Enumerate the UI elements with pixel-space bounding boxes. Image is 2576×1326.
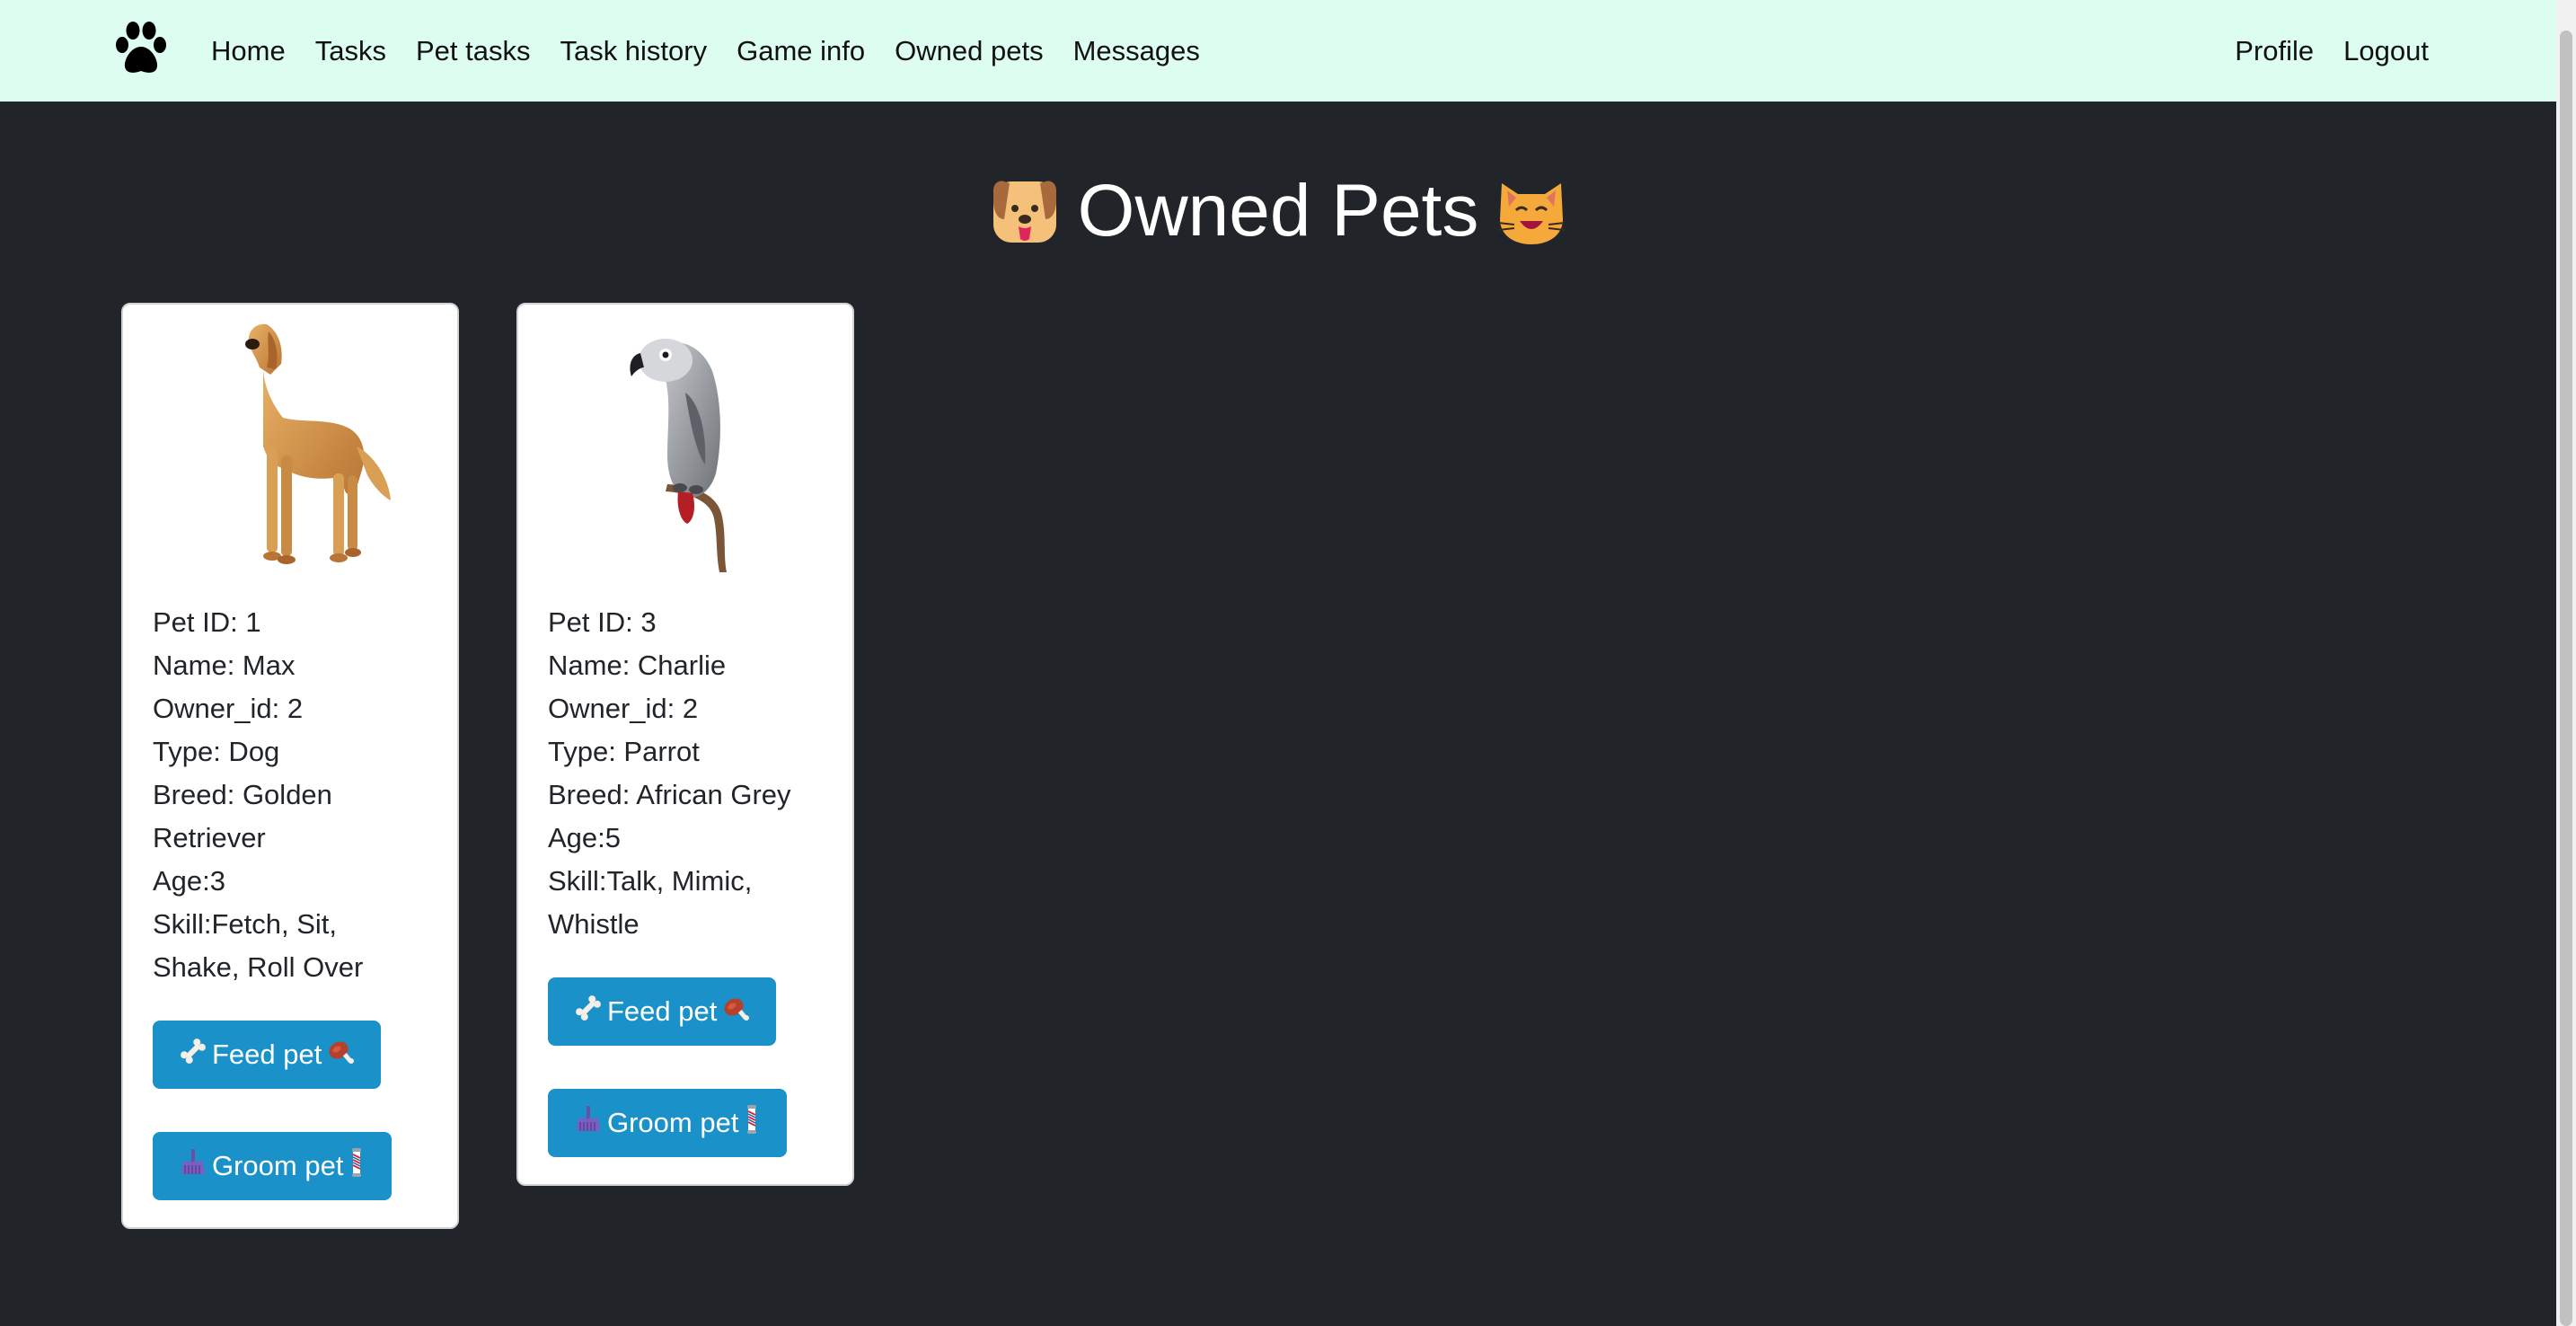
pet-skill-line: Skill:Talk, Mimic, xyxy=(548,865,753,897)
scrollbar-thumb[interactable] xyxy=(2560,31,2572,1326)
feed-pet-button[interactable]: Feed pet xyxy=(548,977,777,1046)
nav-messages[interactable]: Messages xyxy=(1073,35,1200,67)
pet-info: Pet ID: 1 Name: Max Owner_id: 2 Type: Do… xyxy=(153,601,440,989)
pet-owner-line: Owner_id: 2 xyxy=(548,693,699,724)
nav-logout[interactable]: Logout xyxy=(2343,35,2429,67)
pet-type-line: Type: Parrot xyxy=(548,736,700,767)
nav-home[interactable]: Home xyxy=(211,35,286,67)
barber-pole-icon xyxy=(347,1147,366,1185)
african-grey-parrot-image xyxy=(572,312,802,581)
pet-age-line: Age:3 xyxy=(153,865,226,897)
groom-pet-label: Groom pet xyxy=(607,1107,739,1138)
pet-id-line: Pet ID: 1 xyxy=(153,606,261,638)
feed-pet-label: Feed pet xyxy=(607,995,718,1027)
pet-name-line: Name: Charlie xyxy=(548,650,727,681)
page-title: Owned Pets xyxy=(1077,170,1479,252)
pet-age-line: Age:5 xyxy=(548,822,622,853)
nav-pet-tasks[interactable]: Pet tasks xyxy=(416,35,531,67)
bone-icon xyxy=(178,1036,208,1074)
pet-id-line: Pet ID: 3 xyxy=(548,606,657,638)
nav-profile[interactable]: Profile xyxy=(2235,35,2314,67)
cat-face-icon xyxy=(1495,174,1568,248)
feed-pet-button[interactable]: Feed pet xyxy=(153,1021,382,1089)
groom-pet-button[interactable]: Groom pet xyxy=(548,1089,788,1157)
pet-breed-line: Breed: Golden xyxy=(153,779,332,810)
pet-card: Pet ID: 1 Name: Max Owner_id: 2 Type: Do… xyxy=(121,303,459,1229)
pet-skill-line-cont: Whistle xyxy=(548,908,640,940)
golden-retriever-image xyxy=(177,312,407,581)
meat-on-bone-icon xyxy=(720,993,751,1030)
pet-owner-line: Owner_id: 2 xyxy=(153,693,304,724)
feed-pet-label: Feed pet xyxy=(212,1039,322,1070)
groom-pet-label: Groom pet xyxy=(212,1150,344,1181)
pet-type-line: Type: Dog xyxy=(153,736,280,767)
paw-icon[interactable] xyxy=(111,20,171,79)
pet-name-line: Name: Max xyxy=(153,650,296,681)
pet-info: Pet ID: 3 Name: Charlie Owner_id: 2 Type… xyxy=(548,601,835,946)
broom-icon xyxy=(573,1104,604,1142)
nav-links-right: Profile Logout xyxy=(2235,0,2429,102)
pet-breed-line: Breed: African Grey xyxy=(548,779,791,810)
page-scrollbar[interactable] xyxy=(2556,0,2576,1326)
groom-pet-button[interactable]: Groom pet xyxy=(153,1132,393,1200)
dog-face-icon xyxy=(988,174,1062,248)
pet-skill-line: Skill:Fetch, Sit, xyxy=(153,908,337,940)
top-navbar: Home Tasks Pet tasks Task history Game i… xyxy=(0,0,2556,102)
pet-card: Pet ID: 3 Name: Charlie Owner_id: 2 Type… xyxy=(516,303,854,1186)
broom-icon xyxy=(178,1147,208,1185)
pet-skill-line-cont: Shake, Roll Over xyxy=(153,951,364,983)
nav-owned-pets[interactable]: Owned pets xyxy=(895,35,1043,67)
pet-breed-line-cont: Retriever xyxy=(153,822,266,853)
nav-links-left: Home Tasks Pet tasks Task history Game i… xyxy=(211,0,1200,102)
page-heading: Owned Pets xyxy=(0,169,2556,253)
nav-game-info[interactable]: Game info xyxy=(737,35,865,67)
nav-tasks[interactable]: Tasks xyxy=(315,35,386,67)
barber-pole-icon xyxy=(742,1104,762,1142)
meat-on-bone-icon xyxy=(325,1036,356,1074)
nav-task-history[interactable]: Task history xyxy=(560,35,707,67)
bone-icon xyxy=(573,993,604,1030)
